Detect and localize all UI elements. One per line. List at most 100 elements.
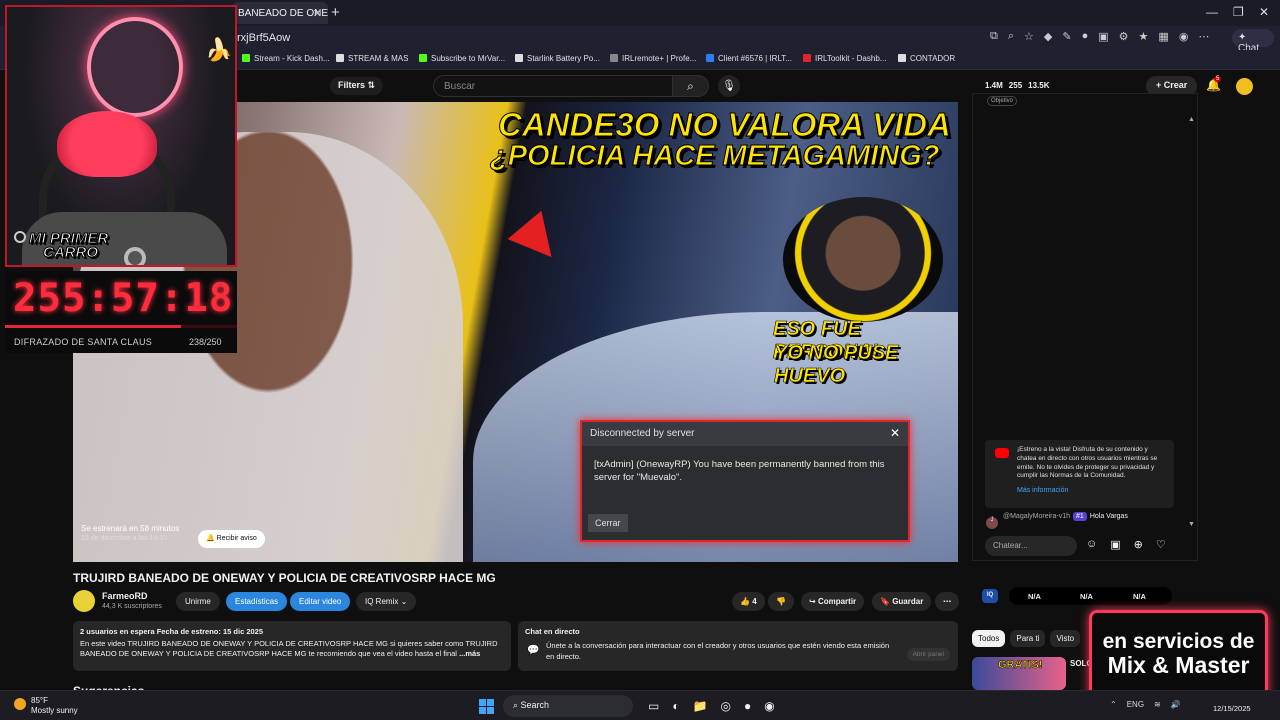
emoji-icon[interactable]: ☺ <box>1086 538 1097 551</box>
chat-username[interactable]: @MagalyMoreira-v1h <box>1003 513 1070 520</box>
extensions-icon[interactable]: ⚙ <box>1119 30 1129 43</box>
microphone-icon[interactable]: 🎙 <box>718 75 740 97</box>
show-more-link[interactable]: ...más <box>459 649 480 658</box>
add-icon[interactable]: ⊕ <box>1134 538 1143 551</box>
system-tray: ⌃ ENG ≋ 🔊 <box>1110 700 1181 709</box>
more-info-link[interactable]: Más información <box>1017 486 1166 495</box>
extension-icon[interactable]: ◆ <box>1044 30 1052 43</box>
search-icon[interactable]: ⌕ <box>673 75 709 97</box>
tab-for-you[interactable]: Para ti <box>1010 630 1046 647</box>
channel-avatar[interactable] <box>73 590 95 612</box>
collections-icon[interactable]: ▦ <box>1158 30 1168 43</box>
spotify-icon[interactable]: ● <box>744 699 751 713</box>
join-button[interactable]: Unirme <box>176 592 220 611</box>
edit-video-button[interactable]: Editar video <box>290 592 351 611</box>
bookmark-item[interactable]: IRLremote+ | Profe... <box>610 54 696 63</box>
channel-name[interactable]: FarmeoRD <box>102 591 148 601</box>
description-box[interactable]: 2 usuarios en espera Fecha de estreno: 1… <box>73 621 511 671</box>
tab-all[interactable]: Todos <box>972 630 1006 647</box>
zoom-icon[interactable]: ⌕ <box>1008 30 1014 43</box>
like-count: 4 <box>752 597 757 606</box>
edge-icon[interactable]: ◐ <box>672 699 679 713</box>
live-chat-heading: Chat en directo <box>525 627 580 636</box>
remind-button[interactable]: 🔔 Recibir aviso <box>198 530 265 548</box>
wifi-icon[interactable]: ≋ <box>1154 700 1161 709</box>
file-explorer-icon[interactable]: 📁 <box>693 699 708 713</box>
remix-button[interactable]: IQ Remix ⌄ <box>356 592 417 611</box>
open-panel-button[interactable]: Abrir panel <box>906 648 950 661</box>
bookmark-item[interactable]: Client #6576 | IRLT... <box>706 54 792 63</box>
extension-icon-3[interactable]: ● <box>1082 30 1089 43</box>
remind-label: Recibir aviso <box>216 535 257 542</box>
minimize-icon[interactable]: — <box>1206 5 1218 19</box>
share-button[interactable]: ↪ Compartir <box>801 592 865 611</box>
save-button[interactable]: 🔖 Guardar <box>872 592 932 611</box>
bookmark-item[interactable]: Subscribe to MrVar... <box>419 54 505 63</box>
iq-icon[interactable]: IQ <box>982 589 998 603</box>
bookmark-item[interactable]: CONTADOR <box>898 54 955 63</box>
bookmark-item[interactable]: IRLToolkit - Dashb... <box>803 54 886 63</box>
discord-icon[interactable]: ◉ <box>764 699 774 713</box>
tray-arrow-icon[interactable]: ⌃ <box>1110 700 1117 709</box>
chat-actions: ☺ ▣ ⊕ ♡ <box>1086 538 1166 551</box>
profile-icon[interactable]: ◉ <box>1179 30 1189 43</box>
premiere-date: 15 de diciembre a las 14:15 <box>81 535 167 542</box>
folder-icon <box>336 54 344 62</box>
volume-icon[interactable]: 🔊 <box>1171 700 1181 709</box>
favorites-icon[interactable]: ★ <box>1139 30 1149 43</box>
new-tab-icon[interactable]: + <box>331 4 340 21</box>
stat-likes: 13.5K <box>1028 81 1050 90</box>
chat-text: Hola Vargas <box>1089 513 1128 520</box>
copilot-button[interactable]: ✦ Chat <box>1232 29 1274 54</box>
close-window-icon[interactable]: ✕ <box>1259 5 1269 19</box>
url-field[interactable]: rxjBrf5Aow <box>237 32 290 44</box>
remix-label: Remix <box>375 597 399 606</box>
more-actions-icon[interactable]: ⋯ <box>935 592 959 611</box>
language-indicator[interactable]: ENG <box>1127 700 1144 709</box>
filters-button[interactable]: Filters ⇅ <box>330 77 384 95</box>
bookmark-label: IRLremote+ | Profe... <box>622 54 697 63</box>
start-icon[interactable] <box>479 699 494 714</box>
super-chat-icon[interactable]: ▣ <box>1110 538 1120 551</box>
bookmark-item[interactable]: Stream - Kick Dash... <box>242 54 330 63</box>
open-app-icon[interactable]: ⧉ <box>990 30 998 43</box>
extension-stats: N/A N/A N/A <box>1009 587 1172 605</box>
more-icon[interactable]: ⋯ <box>1198 30 1209 43</box>
weather-widget[interactable]: 85°F Mostly sunny <box>14 696 78 715</box>
goal-label: DIFRAZADO DE SANTA CLAUS <box>14 337 153 347</box>
promo-banner: en servicios de Mix & Master <box>1089 610 1268 702</box>
wheel-icon-small <box>14 231 26 243</box>
timer-value: 255:57:18 <box>13 276 234 321</box>
chrome-icon[interactable]: ◎ <box>721 699 731 713</box>
like-button[interactable]: 👍 4 <box>732 592 765 611</box>
account-avatar[interactable] <box>1236 78 1253 95</box>
close-tab-icon[interactable]: ✕ <box>313 7 322 20</box>
dislike-button[interactable]: 👎 <box>768 592 794 611</box>
promo-line2: Mix & Master <box>1107 652 1250 678</box>
extension-icon-4[interactable]: ▣ <box>1098 30 1108 43</box>
goal-chip[interactable]: Objetivo <box>987 96 1018 106</box>
extension-icon-2[interactable]: ✎ <box>1062 30 1071 43</box>
heart-icon[interactable]: ♡ <box>1156 538 1166 551</box>
tab-watched[interactable]: Visto <box>1050 630 1081 647</box>
recommended-thumbnail[interactable]: GRATIS! <box>972 657 1066 690</box>
scroll-up-icon[interactable]: ▲ <box>1188 116 1195 123</box>
taskbar-search[interactable]: ⌕ Search <box>503 695 633 717</box>
clock[interactable]: 12/15/2025 <box>1213 695 1251 715</box>
thumbnail-title: CANDE3O NO VALORA VIDA <box>498 106 952 144</box>
bookmark-item[interactable]: STREAM & MAS <box>336 54 408 63</box>
chat-input[interactable]: Chatear... <box>985 536 1077 556</box>
bookmark-item[interactable]: Starlink Battery Po... <box>515 54 600 63</box>
maximize-icon[interactable]: ❐ <box>1233 5 1244 19</box>
analytics-button[interactable]: Estadísticas <box>226 592 288 611</box>
scroll-down-icon[interactable]: ▼ <box>1188 521 1195 528</box>
search-input[interactable]: Buscar <box>433 75 673 97</box>
task-view-icon[interactable]: ▭ <box>648 699 659 713</box>
copilot-icon: ✦ <box>1238 32 1247 43</box>
favorite-icon[interactable]: ☆ <box>1024 30 1034 43</box>
browser-tab[interactable]: BANEADO DE ONEWA ✕ <box>232 2 328 24</box>
save-label: Guardar <box>892 597 924 606</box>
chat-badge: #1 <box>1073 512 1087 521</box>
temperature: 85°F <box>31 696 48 705</box>
weather-text: Mostly sunny <box>31 705 78 715</box>
